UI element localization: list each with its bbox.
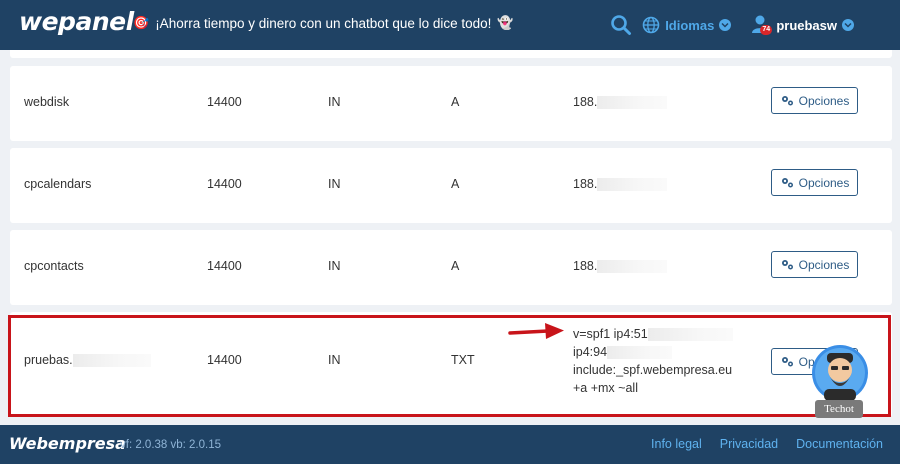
options-label: Opciones <box>798 175 850 190</box>
globe-icon <box>642 16 660 34</box>
webempresa-logo[interactable]: Webempresa <box>9 434 126 453</box>
gears-icon <box>781 96 793 106</box>
footer-links: Info legal Privacidad Documentación <box>651 437 883 451</box>
record-value: 188. <box>573 177 668 192</box>
promo-text[interactable]: ¡Ahorra tiempo y dinero con un chatbot q… <box>155 16 491 31</box>
record-name-text: pruebas. <box>24 353 73 367</box>
record-value-text: 188. <box>573 95 598 109</box>
redacted-text <box>607 346 673 360</box>
redacted-text <box>597 96 668 110</box>
record-ttl: 14400 <box>207 95 242 109</box>
record-type: A <box>451 259 460 273</box>
redacted-text <box>597 260 668 274</box>
footer-link-privacidad[interactable]: Privacidad <box>720 437 778 451</box>
record-value-multiline: v=spf1 ip4:51 ip4:94 include:_spf.webemp… <box>573 325 733 397</box>
top-navbar: wepanel 🎯 ¡Ahorra tiempo y dinero con un… <box>0 0 900 50</box>
record-value: 188. <box>573 95 668 110</box>
record-card-partial <box>10 50 892 58</box>
promo-banner[interactable]: 🎯 ¡Ahorra tiempo y dinero con un chatbot… <box>133 15 514 31</box>
chevron-down-icon[interactable] <box>842 19 854 31</box>
search-icon[interactable] <box>610 14 632 36</box>
record-ttl: 14400 <box>207 259 242 273</box>
version-info: vf: 2.0.38 vb: 2.0.15 <box>120 439 222 451</box>
record-line: ip4:94 <box>573 343 733 361</box>
user-menu[interactable]: 74 pruebasw <box>751 14 854 36</box>
record-class: IN <box>328 95 341 109</box>
options-button[interactable]: Opciones <box>771 251 858 278</box>
options-button[interactable]: Opciones <box>771 169 858 196</box>
wepanel-logo[interactable]: wepanel <box>19 7 134 36</box>
record-ttl: 14400 <box>207 353 242 367</box>
record-value: 188. <box>573 259 668 274</box>
record-line: +a +mx ~all <box>573 381 638 395</box>
record-class: IN <box>328 353 341 367</box>
redacted-text <box>647 328 733 342</box>
options-label: Opciones <box>798 93 850 108</box>
gears-icon <box>781 357 793 367</box>
techbot-chat-widget[interactable]: Techot <box>810 343 870 423</box>
record-row: cpcalendars 14400 IN A 188. Opciones <box>10 148 892 223</box>
notification-badge: 74 <box>760 25 773 35</box>
footer-link-info-legal[interactable]: Info legal <box>651 437 702 451</box>
record-class: IN <box>328 177 341 191</box>
record-line: include:_spf.webempresa.eu <box>573 363 733 377</box>
languages-label[interactable]: Idiomas <box>665 18 714 33</box>
chevron-down-icon[interactable] <box>719 19 732 31</box>
record-line: v=spf1 ip4:51 <box>573 325 733 343</box>
options-label: Opciones <box>798 257 850 272</box>
footer: Webempresa vf: 2.0.38 vb: 2.0.15 Info le… <box>0 425 900 464</box>
record-row: webdisk 14400 IN A 188. Opciones <box>10 66 892 141</box>
record-line-text: ip4:94 <box>573 345 608 359</box>
gears-icon <box>781 260 793 270</box>
record-type: A <box>451 177 460 191</box>
record-row: cpcontacts 14400 IN A 188. Opciones <box>10 230 892 305</box>
record-name: cpcalendars <box>24 177 92 191</box>
record-class: IN <box>328 259 341 273</box>
record-ttl: 14400 <box>207 177 242 191</box>
record-name: webdisk <box>24 95 70 109</box>
record-row-txt: pruebas. 14400 IN TXT v=spf1 ip4:51 ip4:… <box>10 312 892 417</box>
record-type: TXT <box>451 353 475 367</box>
techbot-label[interactable]: Techot <box>815 400 863 418</box>
red-arrow-icon <box>508 323 564 339</box>
languages-menu[interactable]: Idiomas <box>642 16 732 34</box>
record-name: pruebas. <box>24 353 151 368</box>
record-type: A <box>451 95 460 109</box>
options-button[interactable]: Opciones <box>771 87 858 114</box>
chatbot-avatar-icon <box>812 345 868 401</box>
redacted-text <box>597 178 668 192</box>
dns-records-list: webdisk 14400 IN A 188. Opciones cpcalen… <box>0 50 900 425</box>
redacted-text <box>72 354 151 368</box>
record-value-text: 188. <box>573 177 598 191</box>
gears-icon <box>781 178 793 188</box>
record-value-text: 188. <box>573 259 598 273</box>
user-name[interactable]: pruebasw <box>776 18 837 33</box>
footer-link-documentacion[interactable]: Documentación <box>796 437 883 451</box>
record-name: cpcontacts <box>24 259 84 273</box>
user-avatar[interactable]: 74 <box>751 14 773 36</box>
record-line-text: v=spf1 ip4:51 <box>573 327 648 341</box>
target-emoji-icon: 🎯 <box>133 15 150 30</box>
ghost-emoji-icon: 👻 <box>497 15 514 30</box>
